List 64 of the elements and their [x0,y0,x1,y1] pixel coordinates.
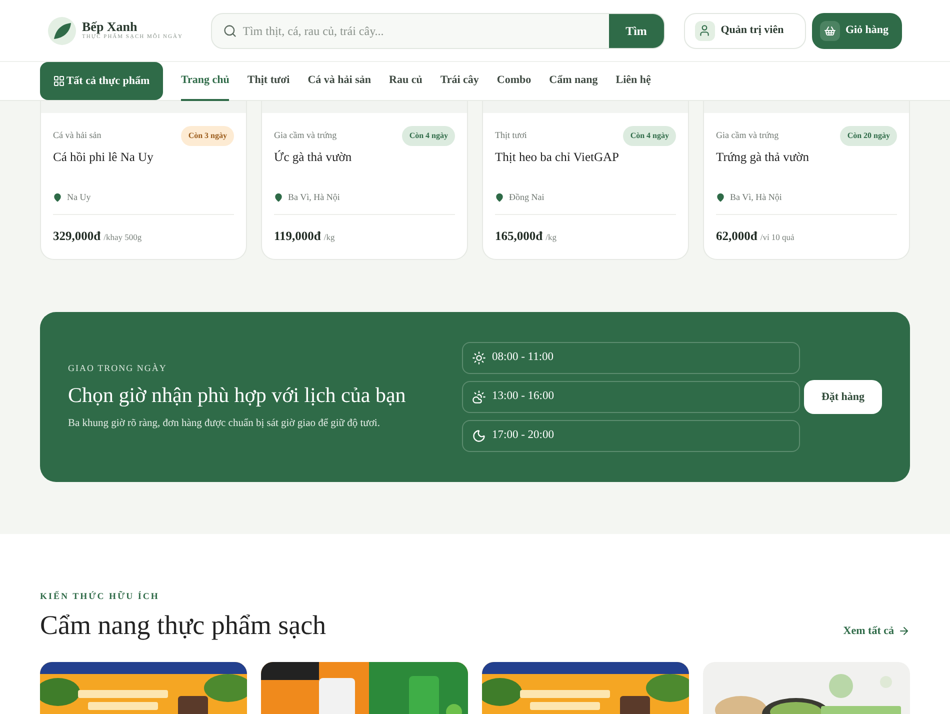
product-name: Thịt heo ba chỉ VietGAP [495,149,620,166]
cart-button[interactable]: Giỏ hàng [812,12,902,48]
expiry-badge: Còn 4 ngày [623,126,676,146]
price-unit: /kg [546,231,556,244]
grid-icon [53,75,66,87]
leaf-logo-icon [48,16,76,44]
nav-link[interactable]: Cá và hải sản [308,62,372,100]
time-slot-option[interactable]: 08:00 - 11:00 [462,342,800,374]
moon-icon [472,429,486,443]
product-price: 329,000đ [53,228,101,246]
time-slot-option[interactable]: 17:00 - 20:00 [462,420,800,452]
product-category: Cá và hải sản [53,129,102,142]
nav-link[interactable]: Trái cây [440,62,479,100]
product-card[interactable]: Gia cầm và trứng Còn 4 ngày Ức gà thả vườn Ba Vì, Hà Nội 119,000đ /kg [261,101,468,260]
search-icon [222,24,237,38]
product-card[interactable]: Cá và hải sản Còn 3 ngày Cá hồi phi lê Na Uy Na Uy 329,000đ /khay 500g [40,101,247,260]
location-pin-icon [495,193,504,202]
search-field[interactable]: Tìm thịt, cá, rau củ, trái cây... Tìm [210,12,665,48]
nav-link[interactable]: Thịt tươi [247,62,290,100]
nav-link[interactable]: Liên hệ [616,62,651,100]
nav-link[interactable]: Rau củ [389,62,422,100]
arrow-right-icon [898,625,910,638]
product-origin: Đồng Nai [509,190,544,204]
product-name: Cá hồi phi lê Na Uy [53,149,154,166]
search-button[interactable]: Tìm [608,14,664,48]
order-button[interactable]: Đặt hàng [804,380,882,414]
nav-link[interactable]: Cẩm nang [549,62,598,100]
product-category: Thịt tươi [495,129,527,142]
view-all-link[interactable]: Xem tất cả [843,623,910,640]
time-slot-option[interactable]: 13:00 - 16:00 [462,381,800,413]
user-icon [694,20,715,40]
expiry-badge: Còn 4 ngày [402,126,455,146]
account-button[interactable]: Quản trị viên [684,12,806,48]
location-pin-icon [716,193,725,202]
location-pin-icon [53,193,62,202]
product-origin: Ba Vì, Hà Nội [288,190,340,204]
cloud-sun-icon [472,390,486,404]
expiry-badge: Còn 3 ngày [181,126,234,146]
product-name: Ức gà thả vườn [274,149,353,166]
price-unit: /vỉ 10 quả [760,231,794,244]
product-price: 165,000đ [495,228,543,246]
product-price: 119,000đ [274,228,321,246]
product-price: 62,000đ [716,228,758,246]
price-unit: /khay 500g [104,231,142,244]
banner-eyebrow: GIAO TRONG NGÀY [68,362,168,375]
location-pin-icon [274,193,283,202]
product-origin: Ba Vì, Hà Nội [730,190,782,204]
expiry-badge: Còn 20 ngày [840,126,897,146]
all-products-button[interactable]: Tất cả thực phẩm [40,62,163,100]
product-origin: Na Uy [67,190,91,204]
product-category: Gia cầm và trứng [716,129,779,142]
basket-icon [820,20,840,40]
banner-text: Ba khung giờ rõ ràng, đơn hàng được chuẩn bị sát giờ giao để giữ độ tươi. [68,417,381,432]
price-unit: /kg [324,231,335,244]
product-card[interactable]: Gia cầm và trứng Còn 20 ngày Trứng gà thả vườn Ba Vì, Hà Nội 62,000đ /vỉ 10 quả [703,101,910,260]
section-eyebrow: KIẾN THỨC HỮU ÍCH [40,590,160,603]
product-card[interactable]: Thịt tươi Còn 4 ngày Thịt heo ba chỉ VietGAP Đồng Nai 165,000đ /kg [482,101,689,260]
banner-title: Chọn giờ nhận phù hợp với lịch của bạn [68,382,407,410]
product-name: Trứng gà thả vườn [716,149,810,166]
nav-link[interactable]: Combo [496,62,532,100]
section-title: Cẩm nang thực phẩm sạch [40,608,326,642]
sun-icon [472,351,486,365]
brand-name: Bếp Xanh [82,20,138,34]
product-category: Gia cầm và trứng [274,129,337,142]
